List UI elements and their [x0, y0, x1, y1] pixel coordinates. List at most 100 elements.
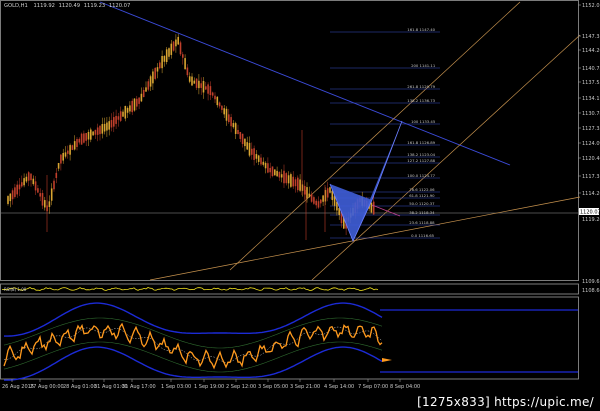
- candle-body: [53, 180, 55, 190]
- candle-body: [198, 80, 200, 89]
- indicator-label: RSI(8) 1.00: [4, 287, 27, 292]
- candle-body: [230, 117, 232, 127]
- candle-body: [276, 170, 278, 177]
- candle-body: [39, 193, 41, 197]
- candle-body: [271, 166, 274, 177]
- candle-body: [140, 93, 143, 102]
- candle-body: [248, 142, 251, 156]
- strength-tick-label: 1108.66: [582, 288, 600, 294]
- candle-body: [44, 200, 46, 208]
- candle-body: [103, 123, 106, 132]
- price-tick-label: 1130.78: [582, 111, 600, 117]
- candle-body: [138, 97, 140, 104]
- candle-body: [7, 196, 9, 204]
- fib-level-label: 100 1133.45: [411, 119, 436, 124]
- candle-body: [326, 188, 329, 198]
- candle-body: [218, 102, 221, 107]
- candle-body: [264, 162, 267, 169]
- candle-body: [92, 131, 94, 136]
- watermark: [1275x833] https://upic.me/: [417, 395, 594, 409]
- candle-body: [184, 58, 186, 70]
- candle-body: [156, 67, 159, 72]
- candle-body: [87, 131, 90, 140]
- candle-body: [232, 123, 235, 128]
- candle-body: [313, 197, 315, 204]
- candle-body: [239, 131, 242, 139]
- quote-open: 1119.92: [34, 3, 55, 9]
- price-tick-label: 1127.35: [582, 126, 600, 132]
- candle-body: [186, 67, 189, 76]
- candle-body: [306, 187, 308, 199]
- candle-body: [202, 81, 205, 93]
- candle-body: [16, 184, 18, 195]
- candle-body: [37, 188, 39, 193]
- candle-body: [317, 201, 320, 208]
- candle-body: [246, 142, 248, 150]
- candle-body: [115, 115, 117, 124]
- candle-body: [329, 187, 331, 193]
- candle-body: [274, 169, 276, 176]
- price-tick-label: 1120.46: [582, 156, 600, 162]
- candle-body: [80, 133, 83, 145]
- candle-body: [188, 76, 191, 82]
- candle-body: [78, 138, 81, 143]
- candle-body: [280, 174, 283, 178]
- candle-body: [85, 133, 87, 141]
- fib-level-label: 78.6 1122.06: [409, 187, 435, 192]
- candle-body: [57, 162, 60, 169]
- candle-body: [370, 202, 373, 213]
- candle-body: [113, 117, 115, 127]
- candle-body: [267, 163, 269, 173]
- candle-body: [136, 98, 138, 107]
- candle-body: [315, 200, 317, 206]
- candle-body: [131, 100, 133, 113]
- time-tick-label: 3 Sep 05:00: [258, 384, 288, 390]
- candle-body: [234, 123, 237, 134]
- candle-body: [145, 87, 147, 92]
- candle-body: [71, 145, 74, 150]
- candle-body: [48, 201, 51, 208]
- candle-body: [60, 154, 62, 164]
- candle-body: [214, 95, 216, 100]
- fib-level-label: 200 1141.11: [411, 63, 436, 68]
- candle-body: [207, 84, 209, 94]
- symbol-label: GOLD,H1: [4, 3, 28, 9]
- fib-level-label: 261.8 1129.79: [407, 84, 435, 89]
- fib-level-label: 138.2 1136.73: [407, 98, 435, 103]
- candle-body: [303, 185, 306, 195]
- candle-body: [23, 178, 25, 186]
- current-price-label: 1120.07: [580, 210, 600, 216]
- time-tick-label: 27 Aug 00:00: [30, 384, 64, 390]
- chart-canvas: 161.8 1147.40 200 1141.11 261.8 1129.79 138…: [0, 0, 600, 411]
- strength-tick-label: 1109.6: [582, 279, 600, 285]
- candle-body: [25, 176, 28, 182]
- quote-high: 1120.49: [59, 3, 80, 9]
- fib-level-label: 61.8 1121.90: [409, 193, 435, 198]
- time-tick-label: 1 Sep 19:00: [194, 384, 224, 390]
- candle-body: [182, 54, 184, 58]
- candle-body: [124, 105, 127, 119]
- candle-body: [172, 41, 175, 51]
- time-tick-label: 28 Aug 01:00: [63, 384, 97, 390]
- candle-body: [32, 178, 35, 185]
- candle-body: [55, 172, 58, 178]
- candle-body: [165, 49, 168, 63]
- candle-body: [163, 56, 166, 62]
- candle-body: [69, 145, 71, 155]
- candle-body: [223, 108, 225, 115]
- time-tick-label: 1 Sep 03:00: [161, 384, 191, 390]
- candle-body: [30, 173, 32, 181]
- candle-body: [228, 114, 230, 123]
- price-tick-label: 1137.55: [582, 80, 600, 86]
- candle-body: [297, 177, 299, 191]
- candle-body: [251, 148, 253, 155]
- candle-body: [290, 174, 292, 187]
- candle-body: [237, 129, 239, 135]
- fib-level-label: 50.0 1120.37: [409, 201, 435, 206]
- candle-body: [257, 155, 260, 162]
- candle-body: [177, 36, 179, 45]
- fib-level-label: 100.0 1124.77: [407, 173, 435, 178]
- candle-body: [133, 98, 136, 111]
- candle-body: [241, 133, 244, 145]
- candle-body: [191, 76, 193, 86]
